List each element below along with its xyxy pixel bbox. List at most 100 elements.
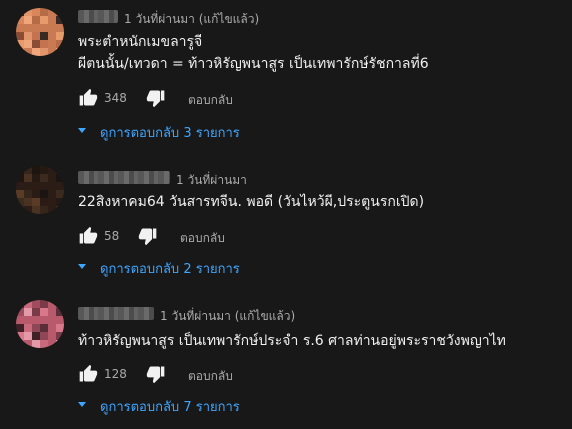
comment-text-line-1: 22สิงหาคม64 วันสารทจีน. พอดี (วันไหว้ผี,… (78, 194, 425, 210)
avatar-pixel (56, 8, 64, 16)
avatar-pixel (48, 48, 56, 56)
thumb-down-icon[interactable] (146, 88, 166, 108)
caret-down-icon (78, 128, 86, 133)
avatar-pixel (56, 174, 64, 182)
avatar-pixel (48, 166, 56, 174)
avatar-pixel (24, 316, 32, 324)
avatar-pixel (16, 198, 24, 206)
avatar-pixel (48, 32, 56, 40)
avatar-pixel (24, 174, 32, 182)
avatar-pixel (16, 40, 24, 48)
avatar-pixel (56, 16, 64, 24)
thumb-up-icon[interactable] (78, 88, 98, 108)
avatar-pixel (16, 340, 24, 348)
avatar-pixel (32, 308, 40, 316)
comment-actions: 128 ตอบกลับ (78, 364, 558, 388)
avatar-pixel (56, 340, 64, 348)
avatar-pixel (40, 340, 48, 348)
avatar-pixel (32, 300, 40, 308)
avatar-pixel (40, 166, 48, 174)
avatar-pixel (32, 316, 40, 324)
comment-timestamp: 1 วันที่ผ่านมา (แก้ไขแล้ว) (160, 309, 296, 323)
avatar-pixel (48, 40, 56, 48)
author-name-blurred[interactable] (78, 10, 118, 23)
avatar-pixel (48, 8, 56, 16)
avatar-pixel (56, 316, 64, 324)
avatar-pixel (56, 308, 64, 316)
reply-button[interactable]: ตอบกลับ (180, 229, 225, 248)
avatar-pixel (32, 182, 40, 190)
caret-down-icon (78, 402, 86, 407)
avatar-pixel (40, 182, 48, 190)
avatar[interactable] (16, 8, 64, 56)
avatar[interactable] (16, 300, 64, 348)
avatar-pixel (32, 166, 40, 174)
avatar-pixel (32, 340, 40, 348)
avatar-pixel (48, 206, 56, 214)
avatar-pixel (40, 48, 48, 56)
avatar-pixel (56, 48, 64, 56)
comment-actions: 58 ตอบกลับ (78, 226, 558, 250)
avatar[interactable] (16, 166, 64, 214)
avatar-pixel (32, 40, 40, 48)
avatar-pixel (32, 198, 40, 206)
avatar-pixel (24, 198, 32, 206)
avatar-pixel (40, 300, 48, 308)
avatar-pixel (24, 24, 32, 32)
avatar-pixel (40, 8, 48, 16)
avatar-pixel (48, 174, 56, 182)
avatar-pixel (40, 16, 48, 24)
avatar-pixel (40, 190, 48, 198)
avatar-pixel (32, 324, 40, 332)
avatar-pixel (40, 198, 48, 206)
avatar-pixel (56, 300, 64, 308)
avatar-pixel (32, 16, 40, 24)
avatar-pixel (24, 182, 32, 190)
reply-button[interactable]: ตอบกลับ (188, 91, 233, 110)
avatar-pixel (56, 166, 64, 174)
avatar-pixel (16, 308, 24, 316)
avatar-pixel (24, 308, 32, 316)
avatar-pixel (32, 190, 40, 198)
reply-button[interactable]: ตอบกลับ (188, 367, 233, 386)
avatar-pixel (24, 8, 32, 16)
avatar-pixel (48, 324, 56, 332)
avatar-pixel (16, 166, 24, 174)
avatar-pixel (32, 332, 40, 340)
avatar-pixel (48, 16, 56, 24)
thumb-down-icon[interactable] (138, 226, 158, 246)
caret-down-icon (78, 264, 86, 269)
avatar-pixel (48, 190, 56, 198)
author-name-blurred[interactable] (78, 307, 154, 320)
avatar-pixel (24, 32, 32, 40)
avatar-pixel (48, 308, 56, 316)
avatar-pixel (40, 40, 48, 48)
avatar-pixel (32, 32, 40, 40)
avatar-pixel (56, 198, 64, 206)
avatar-pixel (56, 206, 64, 214)
view-replies-label: ดูการตอบกลับ 2 รายการ (100, 262, 240, 277)
avatar-pixel (48, 198, 56, 206)
thumb-up-icon[interactable] (78, 226, 98, 246)
avatar-pixel (24, 16, 32, 24)
author-name-blurred[interactable] (78, 171, 170, 184)
avatar-pixel (16, 300, 24, 308)
thumb-up-icon[interactable] (78, 364, 98, 384)
avatar-pixel (24, 40, 32, 48)
avatar-pixel (48, 316, 56, 324)
avatar-pixel (40, 174, 48, 182)
avatar-pixel (40, 24, 48, 32)
like-count: 58 (104, 229, 120, 243)
comment-timestamp: 1 วันที่ผ่านมา (แก้ไขแล้ว) (124, 12, 260, 26)
comment-text-line-1: ท้าวหิรัญพนาสูร เป็นเทพารักษ์ประจำ ร.6 ศ… (78, 333, 506, 349)
avatar-pixel (16, 182, 24, 190)
avatar-pixel (48, 340, 56, 348)
avatar-pixel (16, 174, 24, 182)
view-replies-label: ดูการตอบกลับ 7 รายการ (100, 400, 240, 415)
avatar-pixel (32, 24, 40, 32)
avatar-pixel (16, 332, 24, 340)
avatar-pixel (56, 40, 64, 48)
thumb-down-icon[interactable] (146, 364, 166, 384)
avatar-pixel (40, 324, 48, 332)
like-count: 348 (104, 91, 127, 105)
